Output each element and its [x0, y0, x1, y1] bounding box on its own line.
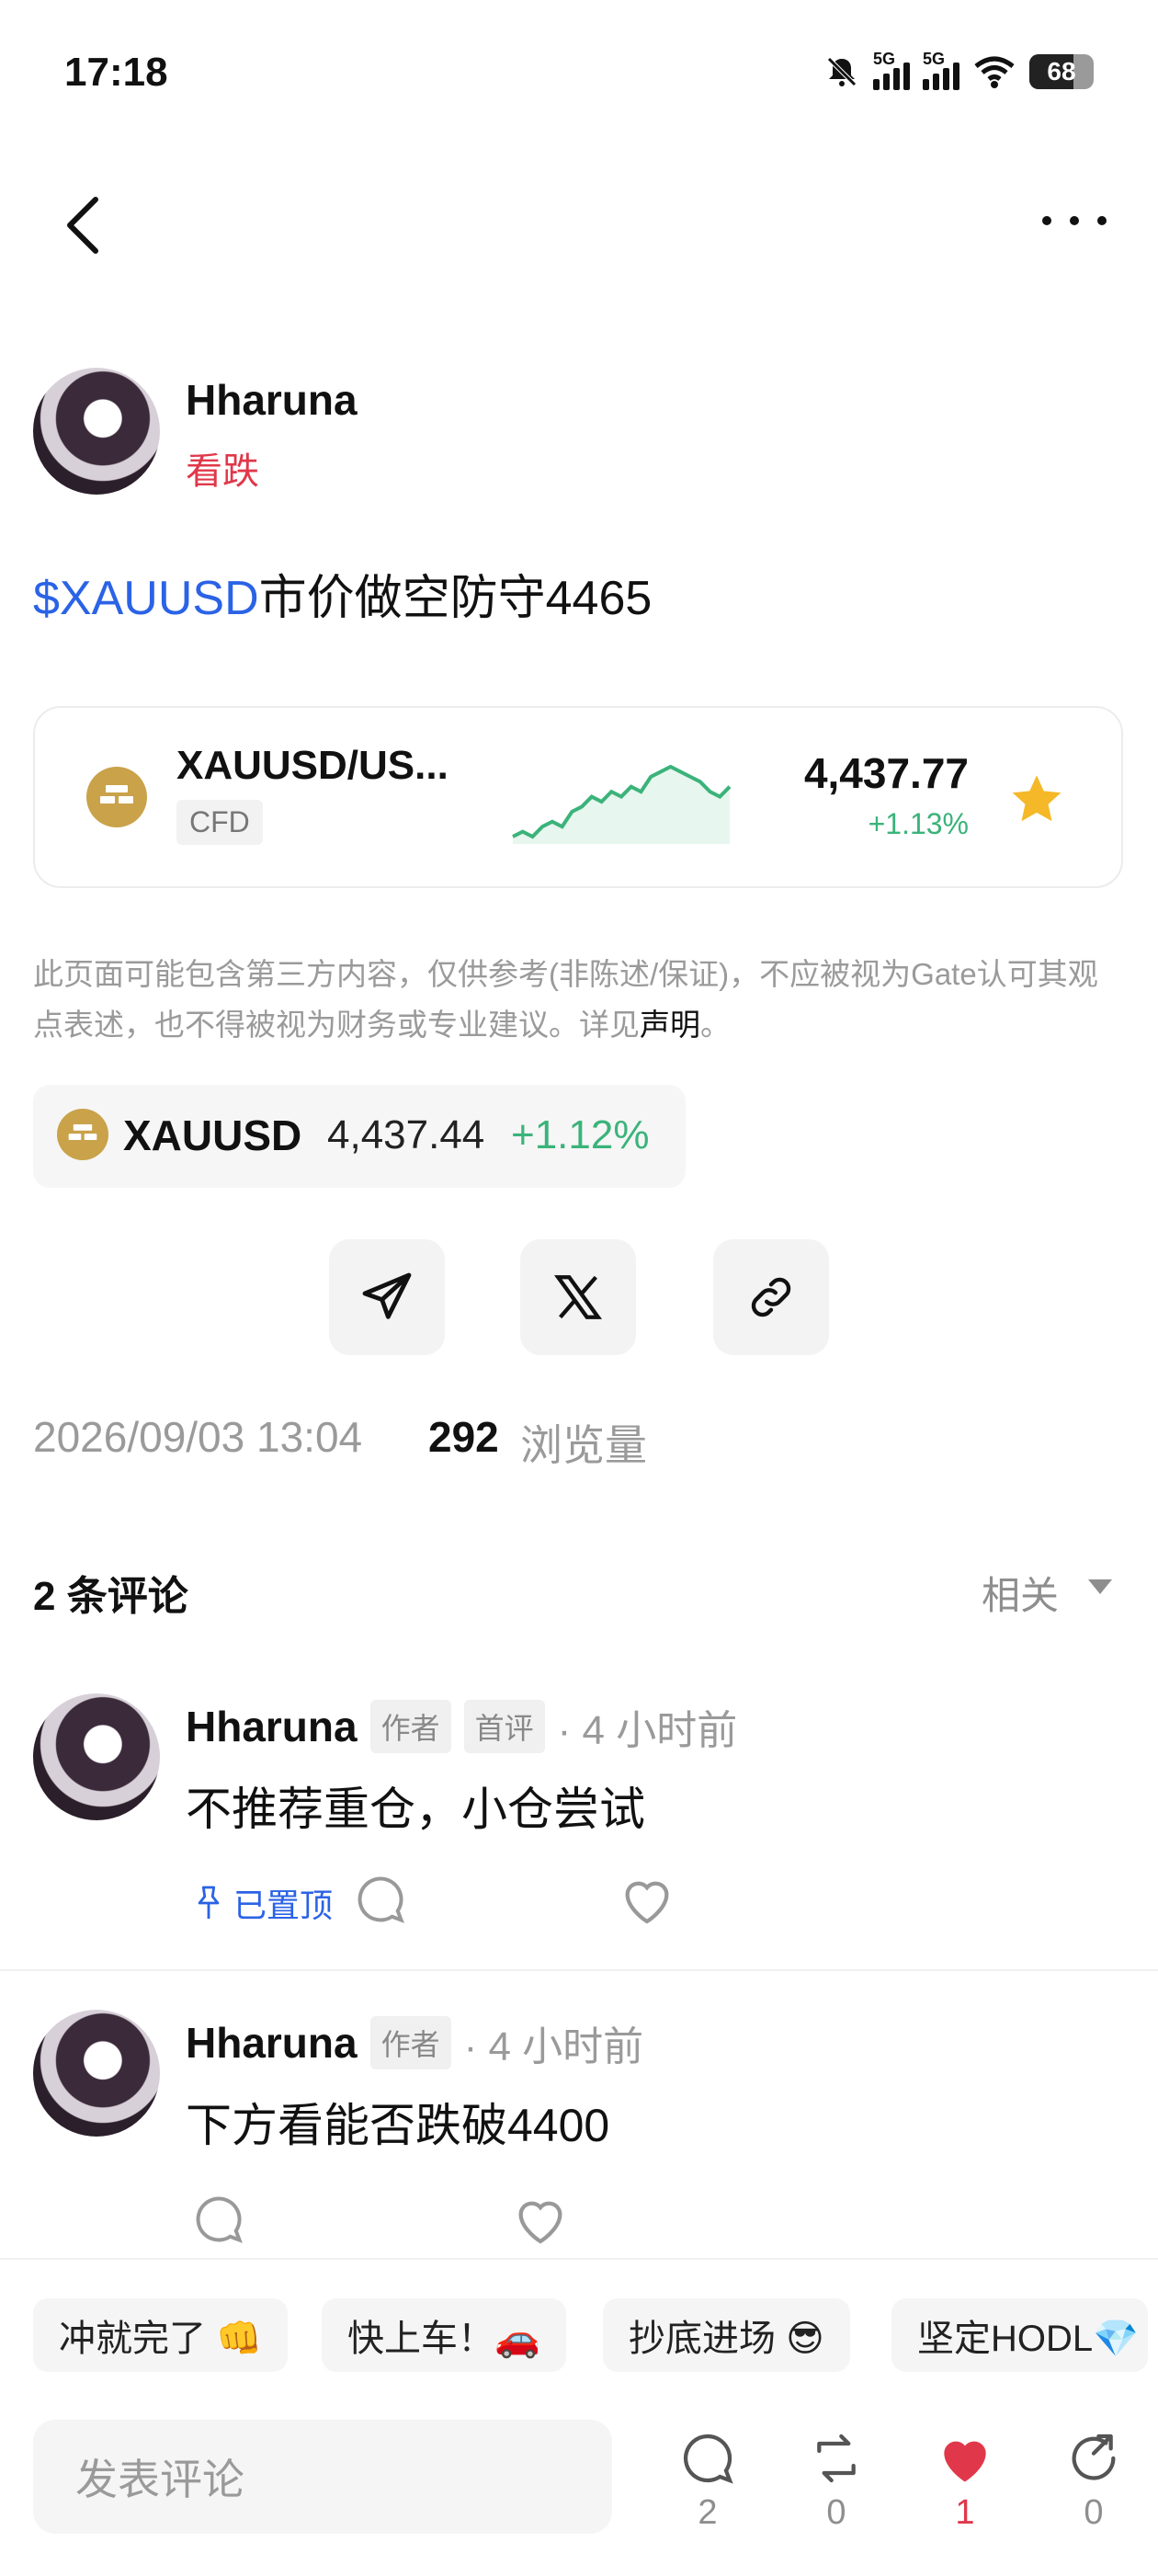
link-icon	[751, 1277, 791, 1317]
comments-count: 2 条评论	[33, 1574, 188, 1619]
comment-time: · 4 小时前	[463, 2024, 644, 2069]
statement-link[interactable]: 声明	[640, 1008, 700, 1042]
author-badge: 作者	[369, 1700, 451, 1753]
sort-dropdown[interactable]: 相关	[982, 1565, 1059, 1621]
status-icons: 5G 5G 68	[823, 50, 1094, 90]
pinned-label: 已置顶	[193, 1879, 333, 1927]
gold-coin-icon	[86, 767, 147, 827]
signal-icon: 5G	[923, 50, 959, 90]
quick-reply-chip[interactable]: 抄底进场 😎	[603, 2298, 850, 2372]
avatar[interactable]	[33, 2010, 160, 2137]
comment-text: 不推荐重仓，小仓尝试	[186, 1784, 645, 1835]
quick-reply-chip[interactable]: 坚定HODL💎	[891, 2298, 1148, 2372]
comment-author[interactable]: Hharuna	[186, 1702, 358, 1751]
pin-icon	[198, 1886, 220, 1919]
heart-icon	[944, 2441, 986, 2482]
x-logo-icon	[553, 1275, 603, 1319]
pair-name: XAUUSD/US...	[176, 743, 448, 788]
post-date: 2026/09/03 13:04	[33, 1413, 363, 1461]
view-count-label: 浏览量	[520, 1421, 647, 1469]
battery-icon: 68	[1029, 54, 1094, 89]
share-x-button[interactable]	[520, 1239, 636, 1355]
quick-reply-chip[interactable]: 快上车！🚗	[322, 2298, 566, 2372]
like-icon[interactable]	[511, 2192, 570, 2247]
post-content: $XAUUSD市价做空防守4465	[33, 559, 652, 628]
avatar[interactable]	[33, 1693, 160, 1820]
mini-ticker-symbol: XAUUSD	[123, 1111, 302, 1159]
caret-down-icon[interactable]	[1086, 1578, 1114, 1596]
like-icon[interactable]	[618, 1872, 676, 1927]
signal-icon: 5G	[873, 50, 910, 90]
first-comment-badge: 首评	[463, 1700, 545, 1753]
disclaimer: 此页面可能包含第三方内容，仅供参考(非陈述/保证)，不应被视为Gate认可其观点…	[33, 957, 1098, 1042]
mini-ticker-price: 4,437.44	[327, 1112, 485, 1157]
quick-reply-chip[interactable]: 冲就完了 👊	[33, 2298, 288, 2372]
comment-author[interactable]: Hharuna	[186, 2018, 358, 2068]
ticker-tag[interactable]: $XAUUSD	[33, 572, 259, 625]
author-name[interactable]: Hharuna	[186, 375, 358, 425]
status-time: 17:18	[64, 50, 168, 95]
comment-text: 下方看能否跌破4400	[186, 2100, 610, 2151]
more-icon[interactable]	[1033, 193, 1116, 248]
comment-time: · 4 小时前	[557, 1708, 738, 1753]
comment-header: Hharuna 作者 · 4 小时前	[186, 2013, 643, 2072]
divider	[0, 1969, 1158, 1971]
comment-header: Hharuna 作者 首评 · 4 小时前	[186, 1697, 737, 1756]
comment-input[interactable]: 发表评论	[33, 2420, 612, 2534]
share-icon	[1072, 2434, 1116, 2480]
star-icon[interactable]	[1007, 770, 1066, 829]
send-icon	[362, 1272, 412, 1319]
avatar[interactable]	[33, 368, 160, 495]
share-action[interactable]: 0	[1048, 2429, 1140, 2548]
card-price: 4,437.77	[803, 749, 969, 797]
reply-icon[interactable]	[353, 1872, 408, 1927]
gold-coin-icon	[57, 1109, 108, 1160]
share-telegram-button[interactable]	[329, 1239, 445, 1355]
like-action[interactable]: 1	[919, 2429, 1011, 2548]
mini-ticker-change: +1.12%	[511, 1112, 650, 1157]
card-change: +1.13%	[868, 807, 969, 840]
view-count: 292	[428, 1413, 499, 1461]
repost-icon	[817, 2434, 856, 2483]
wifi-icon	[974, 56, 1015, 88]
back-icon[interactable]	[55, 188, 110, 262]
comment-icon	[683, 2434, 733, 2484]
sentiment-label: 看跌	[186, 451, 259, 492]
sparkline-chart	[512, 764, 732, 844]
mute-bell-icon	[827, 57, 857, 86]
cfd-badge: CFD	[176, 800, 263, 845]
comments-action[interactable]: 2	[662, 2429, 754, 2548]
author-badge: 作者	[369, 2016, 451, 2069]
reply-icon[interactable]	[191, 2192, 246, 2247]
copy-link-button[interactable]	[713, 1239, 829, 1355]
post-text: 市价做空防守4465	[258, 572, 653, 625]
repost-action[interactable]: 0	[790, 2429, 882, 2548]
